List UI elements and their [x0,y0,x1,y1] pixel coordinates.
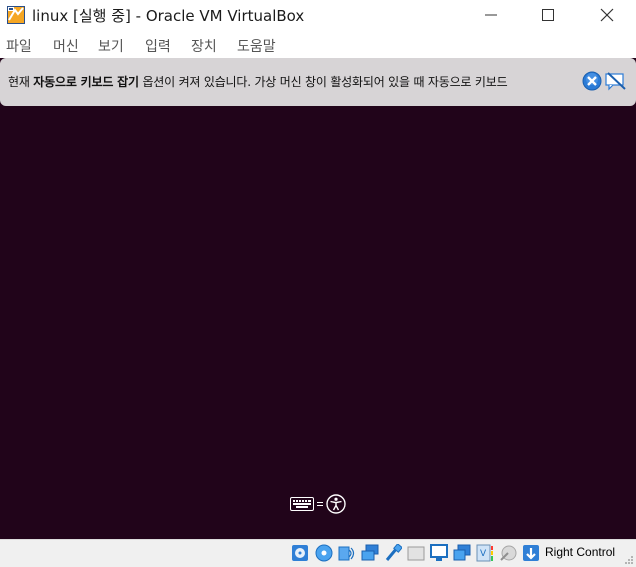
svg-text:V: V [480,549,487,559]
close-notice-icon[interactable] [582,71,602,91]
notice-prefix: 현재 [8,75,34,89]
cpu-vt-icon[interactable]: V [476,544,494,562]
resize-grip-icon[interactable] [624,555,634,565]
menu-help[interactable]: 도움말 [237,36,276,56]
network-icon[interactable] [361,544,379,562]
display-icon[interactable] [430,544,448,562]
close-icon [600,8,614,22]
status-bar: V Right Control [0,539,636,567]
title-bar[interactable]: linux [실행 중] - Oracle VM VirtualBox [0,0,636,30]
maximize-button[interactable] [525,0,571,30]
notice-bold: 자동으로 키보드 잡기 [33,75,139,89]
accessibility-icon [326,494,346,514]
menu-devices[interactable]: 장치 [191,36,217,56]
minimize-button[interactable] [468,0,514,30]
virtualbox-icon [7,6,25,24]
boot-indicators [290,494,348,514]
equals-icon [317,502,323,506]
close-button[interactable] [584,0,630,30]
optical-drive-icon[interactable] [315,544,333,562]
audio-icon[interactable] [338,544,356,562]
recording-icon[interactable] [453,544,471,562]
mute-notice-icon[interactable] [605,71,627,91]
host-key-label[interactable]: Right Control [545,545,615,559]
keyboard-capture-notice: 현재 자동으로 키보드 잡기 옵션이 켜져 있습니다. 가상 머신 창이 활성화… [0,58,636,106]
keyboard-icon [290,497,314,511]
minimize-icon [485,14,497,16]
hard-disk-icon[interactable] [291,544,309,562]
shared-folders-icon[interactable] [407,544,425,562]
menu-input[interactable]: 입력 [145,36,171,56]
usb-icon[interactable] [384,544,402,562]
notice-suffix: 옵션이 켜져 있습니다. 가상 머신 창이 활성화되어 있을 때 자동으로 키보… [138,75,508,89]
maximize-icon [542,9,554,21]
menu-machine[interactable]: 머신 [53,36,79,56]
notice-message: 현재 자동으로 키보드 잡기 옵션이 켜져 있습니다. 가상 머신 창이 활성화… [8,73,508,90]
menu-file[interactable]: 파일 [6,36,32,56]
window-title: linux [실행 중] - Oracle VM VirtualBox [32,7,305,25]
menu-view[interactable]: 보기 [98,36,124,56]
menu-bar: 파일 머신 보기 입력 장치 도움말 [0,30,636,58]
vm-display[interactable]: 현재 자동으로 키보드 잡기 옵션이 켜져 있습니다. 가상 머신 창이 활성화… [0,58,636,539]
mouse-integration-icon[interactable] [522,544,540,562]
activity-icon[interactable] [499,544,517,562]
